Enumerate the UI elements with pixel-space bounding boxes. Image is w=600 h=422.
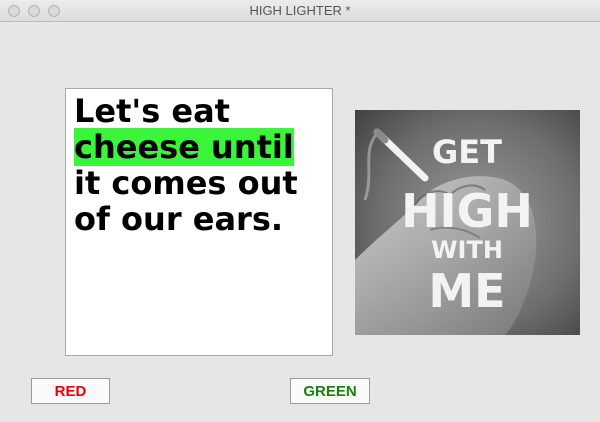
poster-illustration: GET HIGH WITH ME xyxy=(355,110,580,335)
title-bar: HIGH LIGHTER * xyxy=(0,0,600,22)
window-title: HIGH LIGHTER * xyxy=(249,3,351,18)
green-button[interactable]: GREEN xyxy=(290,378,370,404)
red-button-label: RED xyxy=(54,382,87,400)
highlighted-text: cheese until xyxy=(74,128,294,166)
text-panel[interactable]: Let's eat cheese until it comes out of o… xyxy=(65,88,333,356)
poster-text-line-3: WITH xyxy=(431,236,503,264)
poster-text-line-1: GET xyxy=(432,133,502,171)
poster-image: GET HIGH WITH ME xyxy=(355,110,580,335)
text-before: Let's eat xyxy=(74,92,230,130)
poster-text-line-2: HIGH xyxy=(401,184,533,238)
poster-text-line-4: ME xyxy=(428,264,505,318)
red-button[interactable]: RED xyxy=(31,378,110,404)
text-content: Let's eat cheese until it comes out of o… xyxy=(74,93,324,237)
text-after: it comes out of our ears. xyxy=(74,164,298,238)
green-button-label: GREEN xyxy=(303,382,357,400)
